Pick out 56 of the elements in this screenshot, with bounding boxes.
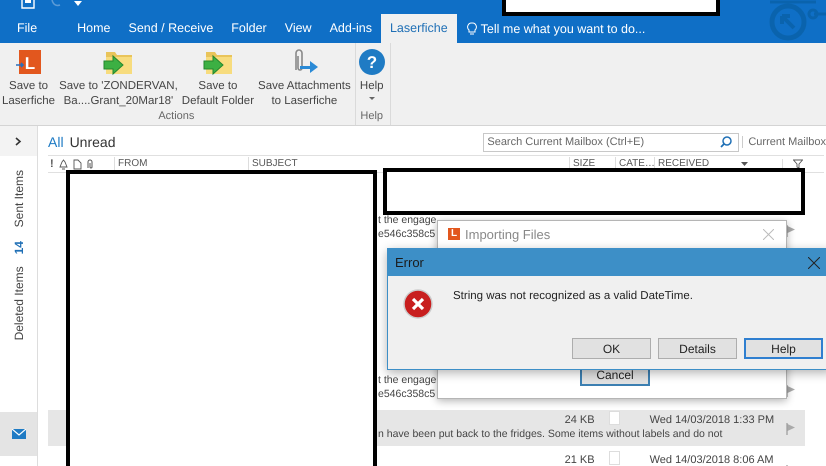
search-scope-dropdown[interactable]: Current Mailbox <box>742 136 826 148</box>
message-date: Wed 14/03/2018 1:33 PM <box>650 414 774 426</box>
laserfiche-icon: L <box>16 49 42 75</box>
filter-tab[interactable]: All <box>48 134 64 150</box>
ribbon-tab[interactable]: Add-ins <box>320 14 381 43</box>
dialog-button[interactable]: OK <box>572 338 651 359</box>
group-label: Help <box>359 110 384 124</box>
lightbulb-icon <box>466 22 477 36</box>
message-subject: t the engage <box>378 374 436 386</box>
ribbon-tab[interactable]: Laserfiche <box>380 14 457 43</box>
message-date: Wed 14/03/2018 8:06 AM <box>650 454 774 466</box>
save-button[interactable]: Save to Default Folder <box>180 43 256 110</box>
chevron-right-icon[interactable] <box>15 136 22 146</box>
help-button[interactable]: ? Help <box>356 43 388 110</box>
ribbon-tab[interactable]: Folder <box>222 14 276 43</box>
dialog-title: Error <box>395 255 424 270</box>
help-icon: ? <box>358 48 386 76</box>
filter-icon[interactable] <box>793 159 803 169</box>
error-icon <box>403 289 433 319</box>
ribbon-tab[interactable]: View <box>276 14 321 43</box>
message-subject: t the engage <box>378 214 436 226</box>
group-label: Actions <box>157 110 196 124</box>
mail-icon[interactable] <box>12 429 26 439</box>
save-button[interactable]: Save to 'ZONDERVAN, Ba....Grant_20Mar18' <box>57 43 180 110</box>
unread-count: 14 <box>12 241 26 255</box>
close-icon[interactable] <box>808 256 820 268</box>
message-size: 21 KB <box>564 454 595 466</box>
filter-tab[interactable]: Unread <box>70 134 116 150</box>
paperclip-icon[interactable] <box>86 158 94 170</box>
dialog-title: Importing Files <box>465 226 550 242</box>
flag-icon[interactable] <box>786 385 794 397</box>
message-preview: e546c358c5 <box>378 228 436 240</box>
search-field[interactable]: Search Current Mailbox (Ctrl+E) <box>483 132 740 152</box>
error-message: String was not recognized as a valid DateTime. <box>453 290 693 302</box>
caret-icon[interactable] <box>74 1 82 7</box>
flag-icon[interactable] <box>786 225 794 237</box>
save-button[interactable]: Save Attachments to Laserfiche <box>256 43 353 110</box>
ribbon-tab[interactable]: Send / Receive <box>120 14 222 43</box>
search-icon[interactable] <box>720 136 732 148</box>
ribbon-tab[interactable]: File <box>8 14 46 43</box>
save-button[interactable]: L Save to Laserfiche <box>0 43 58 110</box>
message-preview: e546c358c5 <box>378 388 436 400</box>
folder-item[interactable]: Sent Items <box>12 170 26 228</box>
dialog-button[interactable]: Help <box>744 338 823 359</box>
message-preview: n have been put back to the fridges. Some items without labels and do not <box>378 428 722 440</box>
caret-icon <box>741 162 748 166</box>
importance-column[interactable]: ! <box>50 158 54 170</box>
save-icon[interactable] <box>21 0 35 9</box>
bell-icon[interactable] <box>58 158 69 170</box>
ribbon-tab[interactable]: Home <box>68 14 120 43</box>
message-size: 24 KB <box>564 414 595 426</box>
app-logo-icon: L <box>448 228 460 240</box>
document-icon[interactable] <box>72 158 82 170</box>
dialog-button[interactable]: Details <box>658 338 737 359</box>
folder-item[interactable]: Deleted Items <box>12 266 26 341</box>
tell-me-field[interactable]: Tell me what you want to do... <box>480 22 646 36</box>
